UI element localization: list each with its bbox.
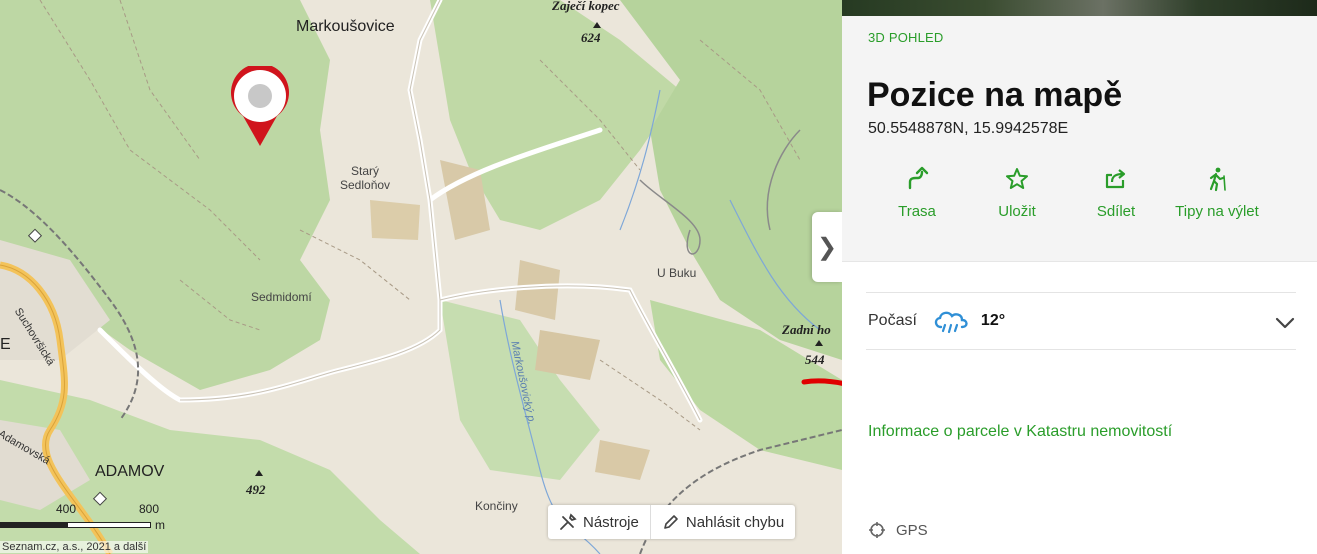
- place-label-edge-e: E: [0, 336, 11, 353]
- share-label: Sdílet: [1096, 203, 1136, 220]
- route-icon: [908, 166, 929, 190]
- collapse-panel-button[interactable]: ❯: [812, 212, 842, 282]
- hiker-icon: [1209, 167, 1226, 192]
- scale-label-800: 800: [139, 502, 160, 516]
- peak-label-zajeci-kopec: Zaječí kopec: [552, 0, 620, 13]
- place-label-adamov: ADAMOV: [95, 463, 165, 480]
- route-label: Trasa: [898, 203, 936, 220]
- map-tools-bar: Nástroje Nahlásit chybu: [548, 505, 796, 539]
- panel-header: 3D POHLED Pozice na mapě 50.5548878N, 15…: [842, 0, 1317, 262]
- trip-tips-label: Tipy na výlet: [1175, 203, 1259, 220]
- peak-altitude-544: 544: [805, 352, 825, 367]
- coordinates-text: 50.5548878N, 15.9942578E: [868, 120, 1069, 137]
- location-pin-icon[interactable]: [229, 66, 291, 148]
- view-3d-link[interactable]: 3D POHLED: [868, 30, 944, 45]
- tools-icon: [560, 513, 577, 530]
- gps-row[interactable]: GPS: [868, 521, 928, 539]
- scale-label-400: 400: [56, 502, 77, 516]
- place-label-markousovice: Markoušovice: [296, 18, 395, 35]
- tools-button[interactable]: Nástroje: [548, 505, 650, 539]
- gps-crosshair-icon: [869, 522, 885, 538]
- save-button[interactable]: Uložit: [972, 166, 1062, 222]
- gps-label: GPS: [896, 521, 928, 539]
- route-button[interactable]: Trasa: [872, 166, 962, 222]
- rain-cloud-icon: [934, 311, 968, 334]
- report-error-button[interactable]: Nahlásit chybu: [651, 505, 795, 539]
- chevron-down-icon[interactable]: [1274, 311, 1296, 333]
- pencil-icon: [664, 515, 678, 529]
- weather-temperature: 12°: [980, 312, 1006, 329]
- weather-label: Počasí: [868, 312, 917, 329]
- map-copyright[interactable]: Seznam.cz, a.s., 2021 a další: [0, 541, 149, 553]
- page-title: Pozice na mapě: [867, 76, 1123, 114]
- detail-panel: 3D POHLED Pozice na mapě 50.5548878N, 15…: [842, 0, 1317, 554]
- place-label-stary-sedlonov: Starý Sedloňov: [340, 164, 391, 192]
- weather-row[interactable]: Počasí 12°: [866, 292, 1296, 350]
- scale-unit: m: [155, 518, 165, 532]
- scale-bar-dark: [0, 522, 68, 528]
- save-label: Uložit: [998, 203, 1036, 220]
- place-label-u-buku: U Buku: [657, 266, 697, 280]
- star-icon: [1006, 168, 1028, 189]
- trip-tips-button[interactable]: Tipy na výlet: [1172, 166, 1262, 222]
- panorama-photo-strip[interactable]: [842, 0, 1317, 16]
- scale-bar-light: [67, 522, 151, 528]
- map-scale: 400 800 m: [0, 502, 170, 532]
- peak-altitude-492: 492: [246, 482, 266, 497]
- peak-altitude-624: 624: [581, 30, 601, 45]
- report-error-label: Nahlásit chybu: [685, 513, 785, 531]
- place-label-sedmidomi: Sedmidomí: [251, 290, 312, 304]
- peak-label-zadni-hora: Zadní ho: [782, 322, 831, 337]
- tools-label: Nástroje: [583, 513, 639, 531]
- share-button[interactable]: Sdílet: [1071, 166, 1161, 222]
- place-label-konciny: Končiny: [475, 499, 518, 513]
- cadastre-info-link[interactable]: Informace o parcele v Katastru nemovitos…: [868, 423, 1172, 441]
- map-canvas[interactable]: Markoušovice Zaječí kopec 624 Starý Sedl…: [0, 0, 842, 554]
- share-icon: [1105, 169, 1126, 189]
